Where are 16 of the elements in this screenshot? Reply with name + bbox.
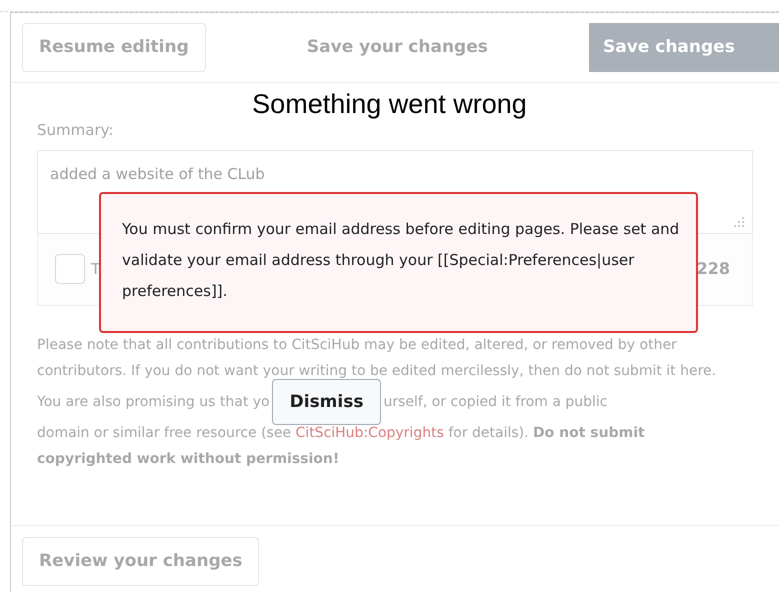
license-text: You are also promising us that yo [37, 392, 270, 412]
checkbox[interactable] [55, 254, 85, 284]
character-counter: 228 [696, 258, 730, 280]
error-heading: Something went wrong [251, 88, 528, 121]
license-text: domain or similar free resource (see CitSciHub:Copyrights for details). Do not submit copyrighted work without permission! [37, 424, 646, 468]
license-notice: Please note that all contributions to CitSciHub may be edited, altered, or removed by other contributors. If you do not want your writing to be edited mercilessly, then do not submit it here. [37, 336, 717, 380]
resize-grip-icon [734, 216, 744, 226]
dismiss-button[interactable]: Dismiss [272, 378, 382, 424]
copyrights-link[interactable]: CitSciHub:Copyrights [296, 424, 444, 440]
save-changes-button[interactable]: Save changes [589, 23, 779, 72]
review-changes-button[interactable]: Review your changes [22, 537, 260, 586]
dialog-title: Save your changes [306, 36, 488, 59]
license-text: urself, or copied it from a public [383, 392, 608, 412]
summary-label: Summary: [37, 120, 114, 141]
resume-editing-button[interactable]: Resume editing [22, 23, 206, 72]
summary-text: added a website of the CLub [50, 164, 265, 182]
